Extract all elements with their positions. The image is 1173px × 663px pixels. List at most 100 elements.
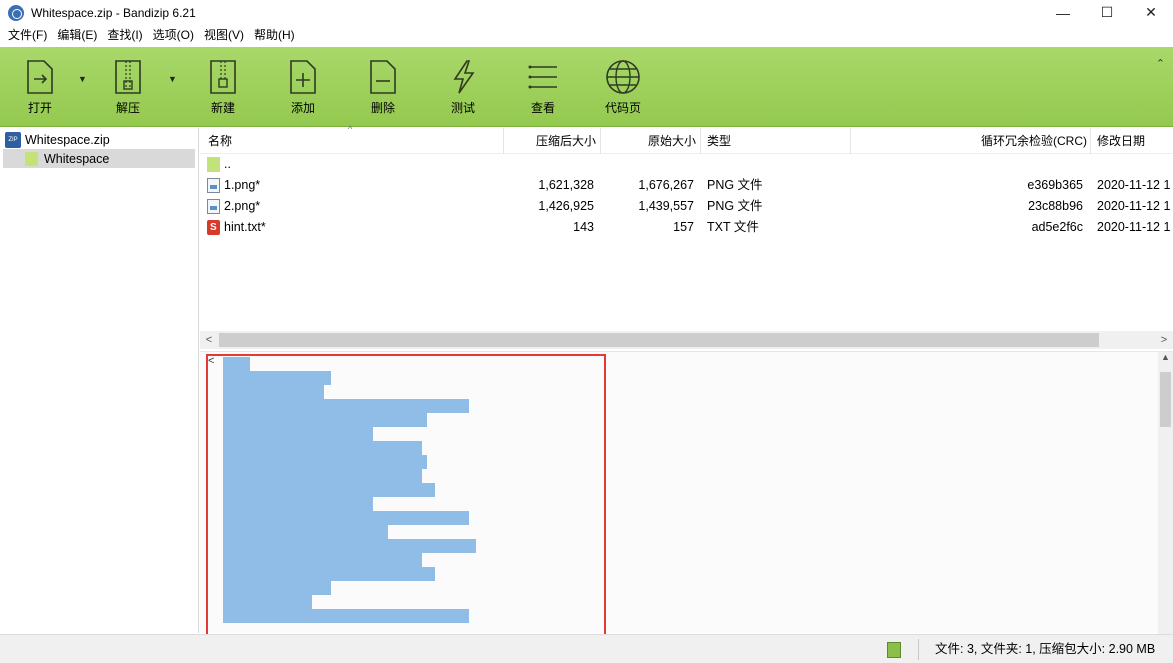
row-name: hint.txt* — [224, 220, 266, 234]
column-divider[interactable] — [850, 128, 851, 154]
file-list-horizontal-scrollbar[interactable]: < > — [200, 331, 1173, 349]
title-bar: Whitespace.zip - Bandizip 6.21 — ☐ ✕ — [0, 0, 1173, 25]
menu-options[interactable]: 选项(O) — [148, 25, 199, 46]
row-type: TXT 文件 — [707, 220, 759, 234]
scroll-left-icon[interactable]: < — [200, 331, 218, 349]
tree-child-label: Whitespace — [44, 151, 110, 166]
column-type[interactable]: 类型 — [707, 128, 731, 154]
extract-dropdown-icon[interactable]: ▼ — [168, 74, 180, 84]
status-divider — [918, 639, 919, 660]
add-button[interactable]: 添加 — [263, 47, 343, 127]
row-compressed-size: 1,621,328 — [538, 178, 594, 192]
delete-button[interactable]: 删除 — [343, 47, 423, 127]
menu-bar: 文件(F) 编辑(E) 查找(I) 选项(O) 视图(V) 帮助(H) — [0, 25, 1173, 46]
preview-cursor-icon: < — [208, 355, 215, 367]
table-row[interactable]: 1.png* 1,621,328 1,676,267 PNG 文件 e369b3… — [200, 175, 1173, 196]
codepage-button[interactable]: 代码页 — [583, 47, 663, 127]
row-crc: ad5e2f6c — [1031, 220, 1083, 234]
row-name: 1.png* — [224, 178, 261, 192]
test-label: 测试 — [450, 101, 475, 115]
selected-text-line — [223, 539, 476, 553]
status-text: 文件: 3, 文件夹: 1, 压缩包大小: 2.90 MB — [935, 642, 1156, 656]
archive-status-icon — [887, 642, 901, 658]
view-label: 查看 — [530, 101, 555, 115]
selected-text-line — [223, 497, 373, 511]
toolbar: 打开 ▼ 解压 ▼ 新建 添加 删除 测试 查看 代码页 ⌃ — [0, 47, 1173, 127]
row-modified: 2020-11-12 1 — [1097, 199, 1171, 213]
tree-root-item[interactable]: ZIP Whitespace.zip — [5, 130, 110, 149]
column-divider[interactable] — [1090, 128, 1091, 154]
selected-text-line — [223, 469, 422, 483]
menu-edit[interactable]: 编辑(E) — [52, 25, 102, 46]
folder-icon — [207, 157, 220, 172]
row-modified: 2020-11-12 1 — [1097, 220, 1171, 234]
file-list-header: 名称 ^ 压缩后大小 原始大小 类型 循环冗余检验(CRC) 修改日期 — [200, 124, 1173, 154]
row-compressed-size: 143 — [573, 220, 594, 234]
codepage-label: 代码页 — [604, 101, 641, 115]
delete-label: 删除 — [370, 101, 395, 115]
status-bar: 文件: 3, 文件夹: 1, 压缩包大小: 2.90 MB — [0, 634, 1173, 663]
sort-ascending-icon: ^ — [348, 124, 353, 134]
lightning-icon — [453, 60, 475, 94]
column-original-size[interactable]: 原始大小 — [648, 128, 696, 154]
table-row[interactable]: 2.png* 1,426,925 1,439,557 PNG 文件 23c88b… — [200, 196, 1173, 217]
test-button[interactable]: 测试 — [423, 47, 503, 127]
scroll-up-icon[interactable]: ▲ — [1158, 352, 1173, 366]
extract-label: 解压 — [115, 101, 140, 115]
toolbar-collapse-icon[interactable]: ⌃ — [1156, 57, 1165, 70]
scroll-right-icon[interactable]: > — [1155, 331, 1173, 349]
row-original-size: 157 — [673, 220, 694, 234]
row-name: .. — [224, 157, 231, 171]
selected-text-line — [223, 385, 324, 399]
folder-icon — [25, 151, 38, 166]
row-compressed-size: 1,426,925 — [538, 199, 594, 213]
selected-text-line — [223, 581, 331, 595]
column-divider[interactable] — [700, 128, 701, 154]
selected-text-line — [223, 511, 469, 525]
tree-item-whitespace[interactable]: Whitespace — [3, 149, 195, 168]
view-button[interactable]: 查看 — [503, 47, 583, 127]
column-crc[interactable]: 循环冗余检验(CRC) — [981, 128, 1087, 154]
preview-vertical-scrollbar[interactable]: ▲ — [1158, 352, 1173, 634]
column-modified[interactable]: 修改日期 — [1097, 128, 1145, 154]
maximize-button[interactable]: ☐ — [1085, 0, 1129, 25]
new-button[interactable]: 新建 — [183, 47, 263, 127]
menu-find[interactable]: 查找(I) — [102, 25, 147, 46]
scrollbar-thumb[interactable] — [1160, 372, 1171, 427]
column-divider[interactable] — [503, 128, 504, 154]
txt-file-icon — [207, 220, 220, 235]
selected-text-line — [223, 441, 422, 455]
column-name[interactable]: 名称 — [208, 128, 232, 154]
globe-icon — [606, 60, 640, 94]
new-archive-icon — [210, 60, 236, 94]
column-divider[interactable] — [600, 128, 601, 154]
selected-text-line — [223, 595, 312, 609]
selected-text-line — [223, 399, 469, 413]
png-file-icon — [207, 178, 220, 193]
tree-root-label: Whitespace.zip — [25, 132, 110, 147]
new-label: 新建 — [210, 101, 235, 115]
extract-button[interactable]: 解压 — [88, 47, 168, 127]
selected-text-line — [223, 357, 250, 371]
row-type: PNG 文件 — [707, 199, 763, 213]
scrollbar-thumb[interactable] — [219, 333, 1099, 347]
column-compressed-size[interactable]: 压缩后大小 — [536, 128, 596, 154]
zip-archive-icon: ZIP — [5, 131, 21, 148]
list-view-icon — [528, 65, 557, 89]
minimize-button[interactable]: — — [1041, 0, 1085, 25]
open-icon — [27, 60, 53, 94]
close-button[interactable]: ✕ — [1129, 0, 1173, 25]
row-crc: 23c88b96 — [1028, 199, 1083, 213]
selected-text-line — [223, 567, 435, 581]
file-list: 名称 ^ 压缩后大小 原始大小 类型 循环冗余检验(CRC) 修改日期 .. 1… — [200, 124, 1173, 350]
extract-icon — [115, 60, 141, 94]
table-row[interactable]: hint.txt* 143 157 TXT 文件 ad5e2f6c 2020-1… — [200, 217, 1173, 238]
window-title: Whitespace.zip - Bandizip 6.21 — [31, 5, 196, 20]
menu-view[interactable]: 视图(V) — [199, 25, 249, 46]
menu-help[interactable]: 帮助(H) — [249, 25, 300, 46]
menu-file[interactable]: 文件(F) — [3, 25, 52, 46]
delete-file-icon — [370, 60, 396, 94]
open-button[interactable]: 打开 — [0, 47, 80, 127]
window-controls: — ☐ ✕ — [1041, 0, 1173, 25]
table-row[interactable]: .. — [200, 154, 1173, 175]
